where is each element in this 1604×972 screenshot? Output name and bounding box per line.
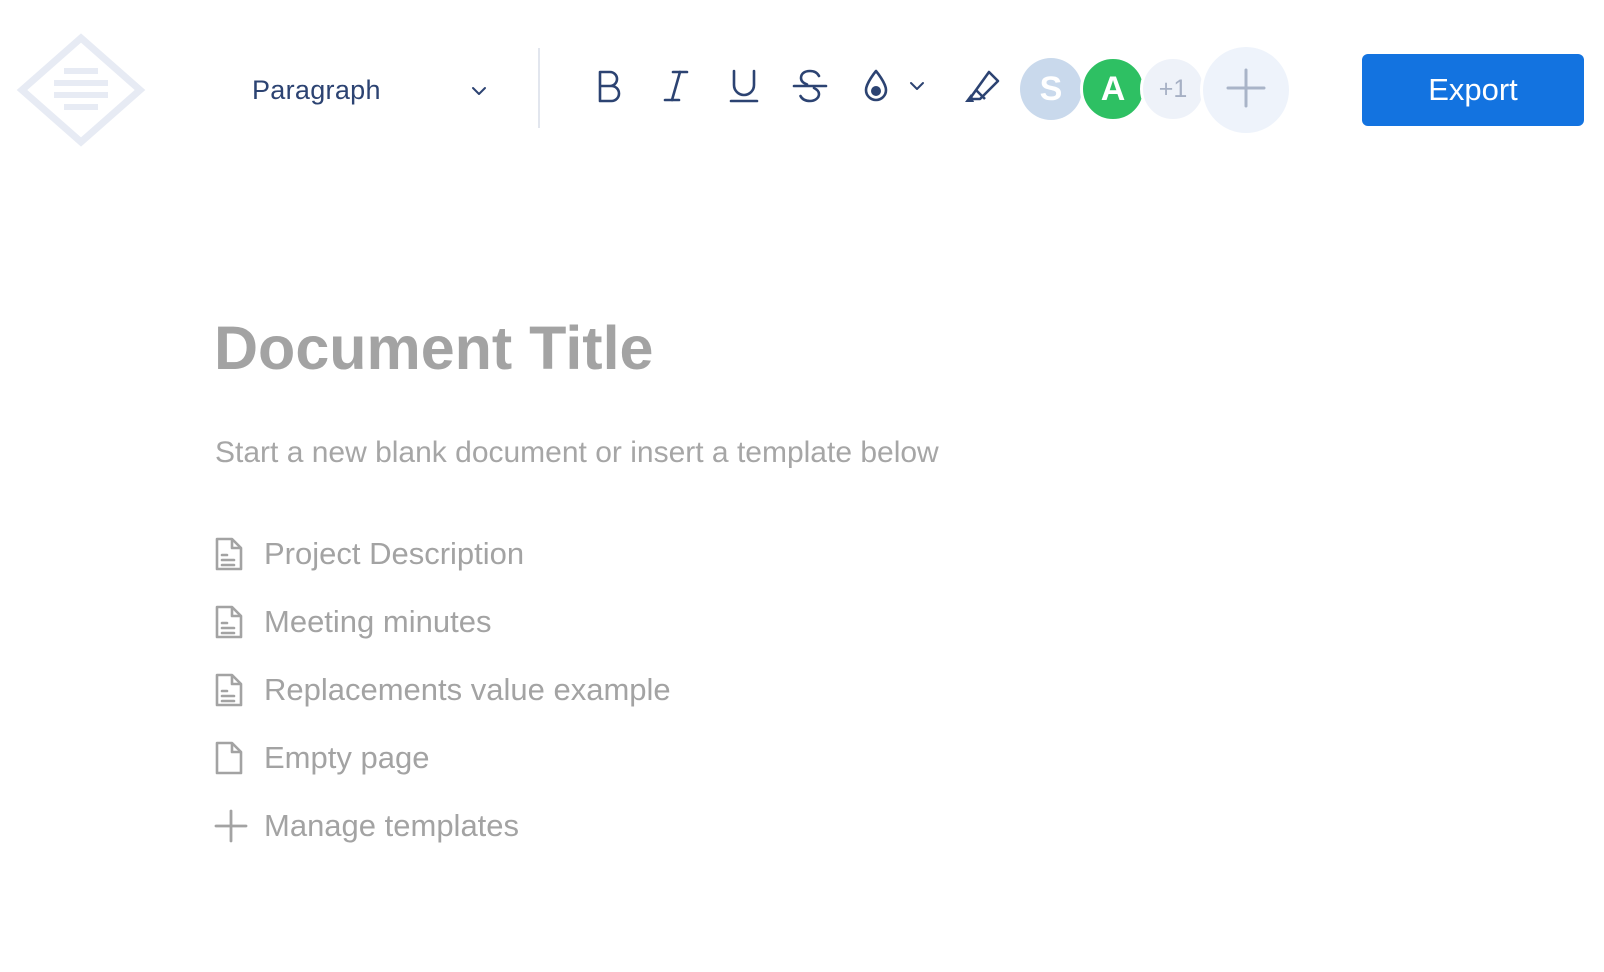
template-item-project-description[interactable]: Project Description: [214, 520, 671, 588]
text-color-button[interactable]: [852, 64, 900, 112]
add-collaborator-button[interactable]: [1200, 44, 1292, 136]
chevron-down-icon: [906, 75, 928, 102]
paragraph-format-value: Paragraph: [252, 74, 381, 105]
collaborator-avatar-s[interactable]: S: [1020, 58, 1082, 120]
app-logo-icon: [14, 32, 148, 148]
chevron-down-icon: [468, 80, 490, 102]
paragraph-format-select[interactable]: Paragraph: [252, 68, 504, 112]
bold-button[interactable]: [584, 64, 632, 112]
highlight-button[interactable]: [958, 64, 1006, 112]
template-label: Empty page: [264, 740, 430, 775]
text-color-dropdown-button[interactable]: [902, 64, 932, 112]
bold-icon: [593, 69, 623, 108]
template-item-meeting-minutes[interactable]: Meeting minutes: [214, 588, 671, 656]
document-title-placeholder[interactable]: Document Title: [214, 318, 653, 379]
strikethrough-button[interactable]: [786, 64, 834, 112]
italic-icon: [661, 69, 691, 108]
template-label: Project Description: [264, 536, 525, 571]
underline-button[interactable]: [720, 64, 768, 112]
plus-icon: [214, 806, 254, 846]
collaborator-avatar-a[interactable]: A: [1080, 56, 1146, 122]
template-list: Project Description Meeting minutes Repl…: [214, 520, 671, 860]
avatar-initial: S: [1039, 69, 1063, 108]
template-item-empty-page[interactable]: Empty page: [214, 724, 671, 792]
plus-icon: [1225, 67, 1267, 114]
ink-drop-icon: [862, 68, 890, 109]
document-text-icon: [214, 670, 254, 710]
document-subtitle: Start a new blank document or insert a t…: [215, 436, 939, 469]
manage-templates-item[interactable]: Manage templates: [214, 792, 671, 860]
template-item-replacements-value-example[interactable]: Replacements value example: [214, 656, 671, 724]
document-text-icon: [214, 602, 254, 642]
template-label: Meeting minutes: [264, 604, 492, 639]
avatar-initial: A: [1100, 69, 1126, 108]
toolbar-divider: [538, 48, 540, 128]
document-text-icon: [214, 534, 254, 574]
more-collaborators-badge[interactable]: +1: [1140, 56, 1206, 122]
strikethrough-icon: [792, 68, 828, 109]
highlighter-icon: [962, 68, 1002, 109]
template-label: Manage templates: [264, 808, 520, 843]
editor-toolbar: Paragraph S A +1 Export: [0, 0, 1604, 180]
more-collaborators-count: +1: [1158, 74, 1188, 103]
underline-icon: [728, 68, 760, 109]
template-label: Replacements value example: [264, 672, 671, 707]
blank-page-icon: [214, 738, 254, 778]
italic-button[interactable]: [652, 64, 700, 112]
export-button[interactable]: Export: [1362, 54, 1584, 126]
